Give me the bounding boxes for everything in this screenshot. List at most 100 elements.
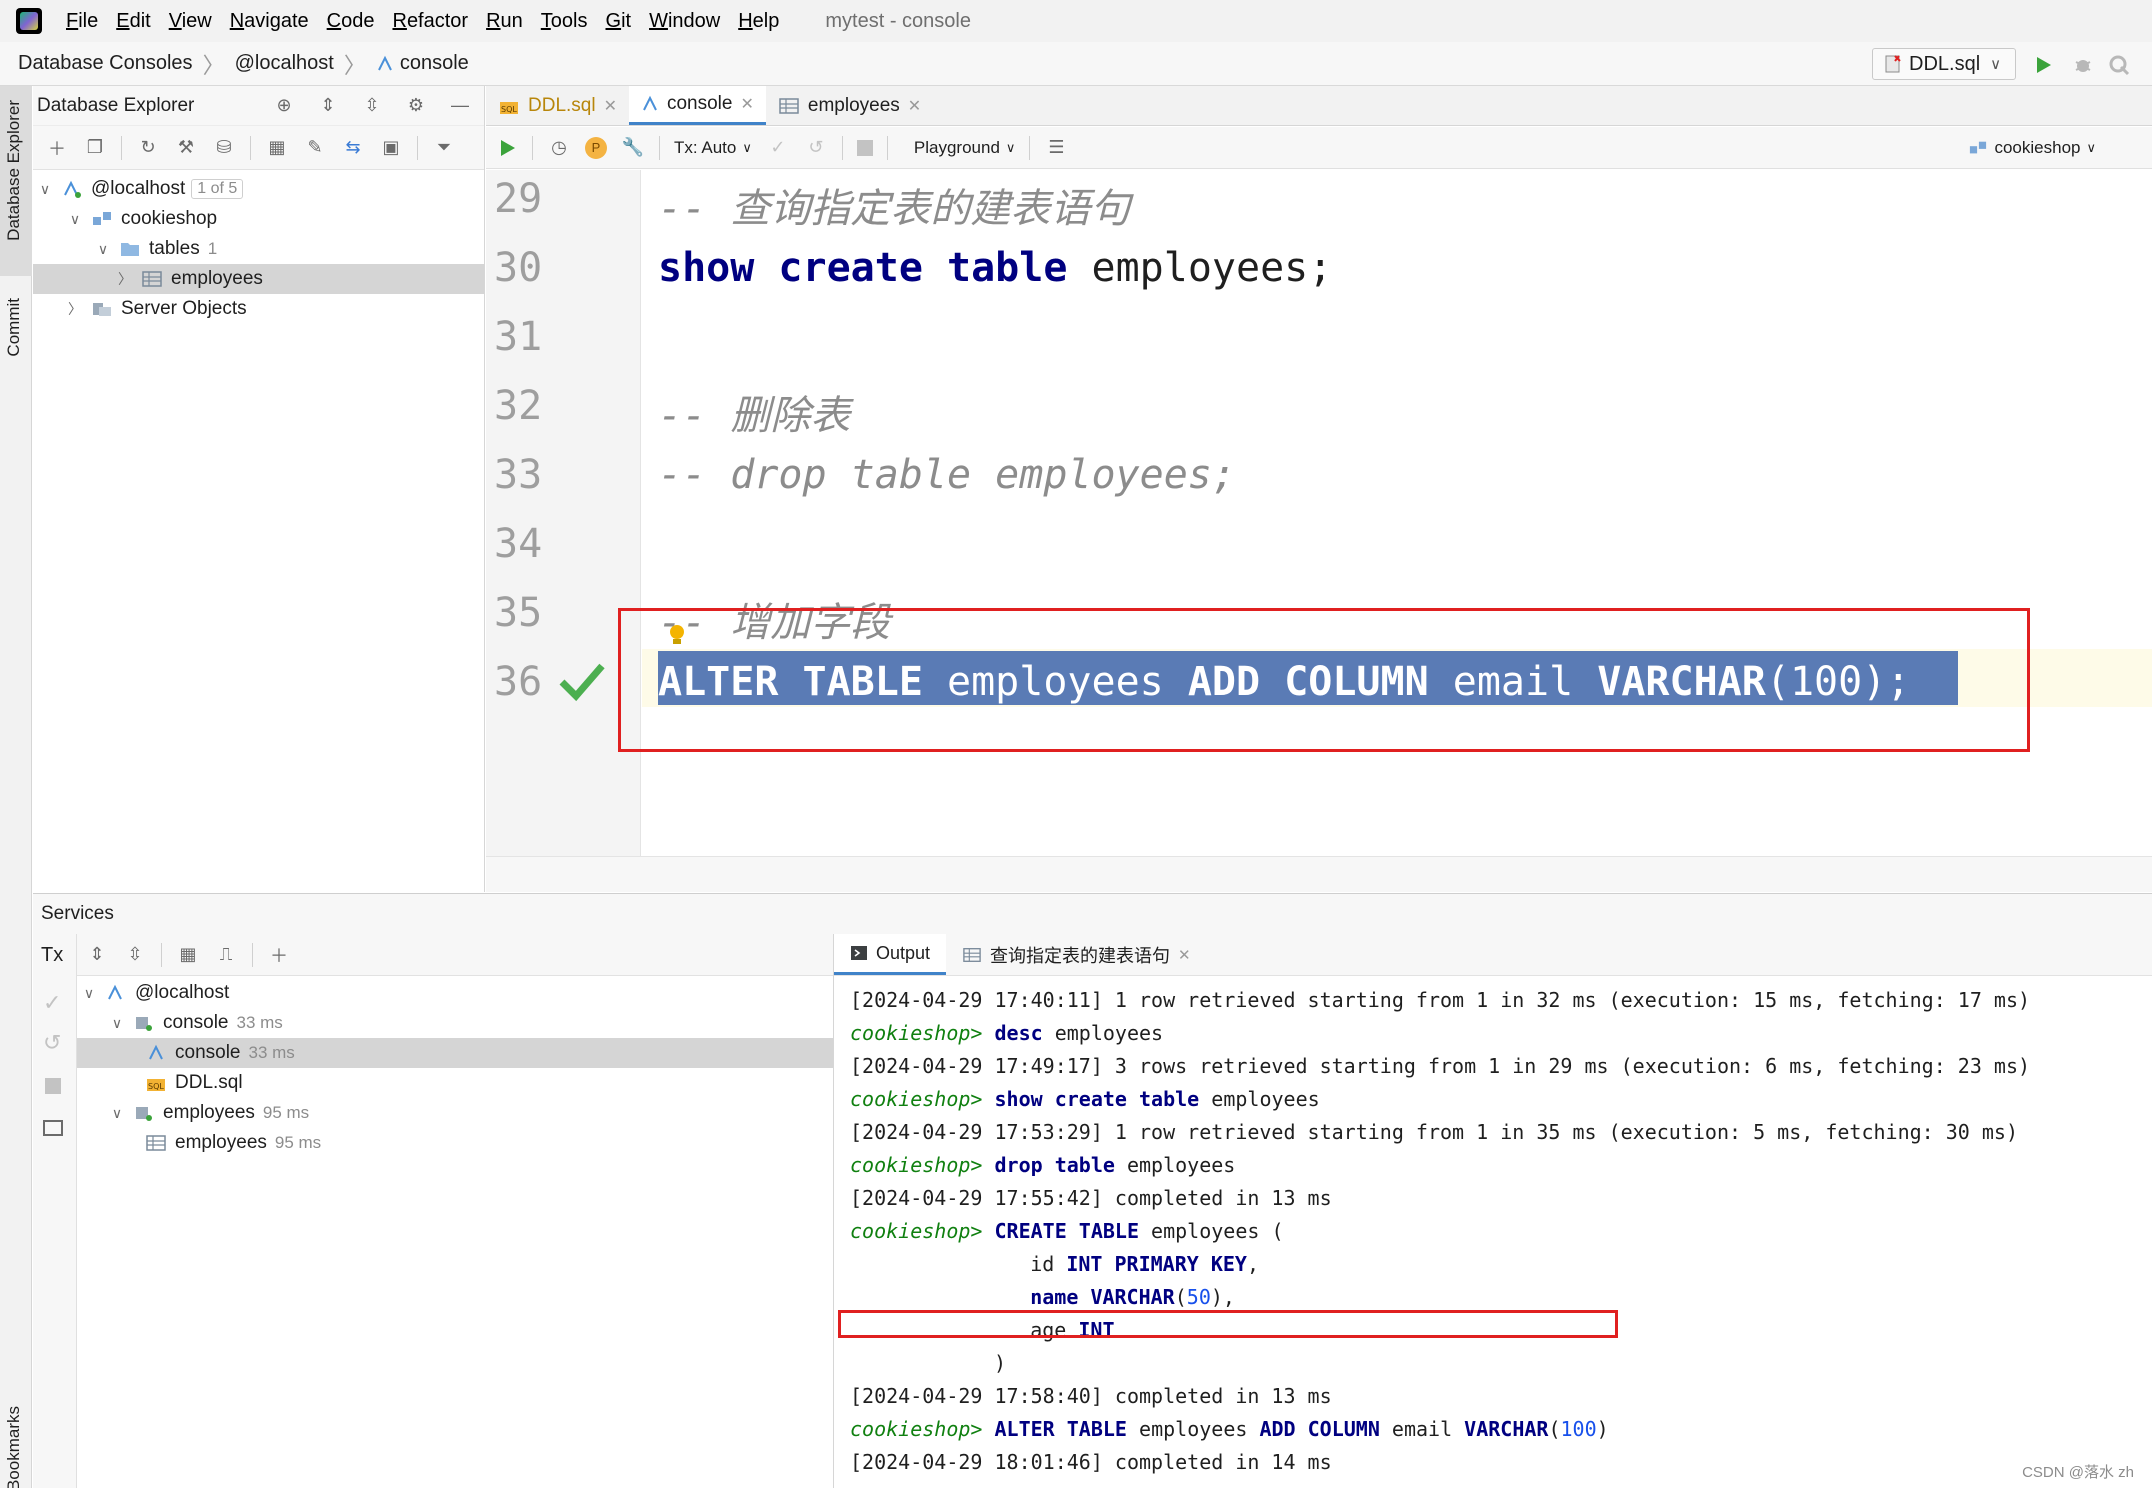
expand-all-icon[interactable]: ⇕ xyxy=(316,94,340,118)
collapse-all-icon[interactable]: ⇳ xyxy=(123,943,147,967)
tool-tab-bookmarks[interactable]: Bookmarks xyxy=(4,1406,24,1488)
tx-button[interactable]: Tx xyxy=(41,944,63,967)
playground-select[interactable]: Playground ∨ xyxy=(914,138,1016,158)
service-item-localhost[interactable]: ∨ @localhost xyxy=(77,978,833,1008)
edit-icon[interactable]: ✎ xyxy=(303,136,327,160)
editor-tabs: SQL DDL.sql ✕ console ✕ employees ✕ xyxy=(486,86,2152,126)
tab-ddl-sql[interactable]: SQL DDL.sql ✕ xyxy=(486,86,629,125)
menu-navigate[interactable]: Navigate xyxy=(230,10,309,33)
console-icon xyxy=(377,55,392,70)
stop-icon[interactable] xyxy=(856,139,873,156)
service-item-console[interactable]: console 33 ms xyxy=(77,1038,833,1068)
chevron-down-icon[interactable]: ∨ xyxy=(37,181,53,198)
close-icon[interactable]: ✕ xyxy=(740,94,753,114)
chevron-right-icon[interactable]: 〉 xyxy=(67,299,83,319)
database-icon[interactable]: ⛁ xyxy=(212,136,236,160)
close-icon[interactable]: ✕ xyxy=(604,96,617,116)
menu-code[interactable]: Code xyxy=(327,10,375,33)
service-item-console-session[interactable]: ∨ console 33 ms xyxy=(77,1008,833,1038)
tree-item-localhost[interactable]: ∨ @localhost 1 of 5 xyxy=(33,174,484,204)
sql-editor[interactable]: 29 30 31 32 33 34 35 36 -- 查询指定表的建表语句 sh… xyxy=(486,170,2152,856)
commit-icon[interactable]: ✓ xyxy=(43,990,61,1016)
tree-item-tables[interactable]: ∨ tables 1 xyxy=(33,234,484,264)
menu-window[interactable]: Window xyxy=(649,10,720,33)
chevron-down-icon[interactable]: ∨ xyxy=(109,1105,125,1122)
wrench-icon[interactable]: 🔧 xyxy=(621,136,645,160)
tree-item-employees[interactable]: 〉 employees xyxy=(33,264,484,294)
menu-edit[interactable]: Edit xyxy=(116,10,150,33)
data-source-properties-icon[interactable]: ⚒ xyxy=(174,136,198,160)
output-log[interactable]: [2024-04-29 17:40:11] 1 row retrieved st… xyxy=(834,976,2152,1488)
profile-icon[interactable] xyxy=(2108,54,2130,76)
copy-icon[interactable]: ❐ xyxy=(83,136,107,160)
breadcrumb-database-consoles[interactable]: Database Consoles xyxy=(18,52,193,75)
add-icon[interactable]: ＋ xyxy=(267,943,291,967)
chevron-down-icon[interactable]: ∨ xyxy=(67,211,83,228)
parameters-badge[interactable]: P xyxy=(585,136,607,159)
line-number: 29 xyxy=(494,176,543,222)
database-explorer-title: Database Explorer xyxy=(37,94,195,116)
tool-tab-database-explorer[interactable]: Database Explorer xyxy=(4,100,24,241)
output-layout-icon[interactable]: ☰ xyxy=(1044,136,1068,160)
menu-git[interactable]: Git xyxy=(606,10,632,33)
service-item-ddl-sql[interactable]: SQL DDL.sql xyxy=(77,1068,833,1098)
menu-refactor[interactable]: Refactor xyxy=(392,10,468,33)
tool-tab-commit[interactable]: Commit xyxy=(4,298,24,357)
execute-icon[interactable] xyxy=(496,137,518,159)
tab-label: console xyxy=(666,93,733,114)
tab-output[interactable]: Output xyxy=(834,934,947,975)
expand-all-icon[interactable]: ⇕ xyxy=(85,943,109,967)
close-icon[interactable]: ✕ xyxy=(908,96,921,116)
chevron-down-icon[interactable]: ∨ xyxy=(95,241,111,258)
close-icon[interactable]: ✕ xyxy=(1178,946,1191,964)
history-icon[interactable]: ◷ xyxy=(547,136,571,160)
group-by-icon[interactable]: ▦ xyxy=(176,943,200,967)
query-console-icon[interactable]: ▣ xyxy=(379,136,403,160)
rollback-icon[interactable]: ↺ xyxy=(43,1030,61,1056)
add-icon[interactable]: ＋ xyxy=(45,136,69,160)
filter-icon[interactable]: ⎍ xyxy=(214,943,238,967)
menu-view[interactable]: View xyxy=(169,10,212,33)
layout-icon[interactable] xyxy=(43,1120,63,1136)
debug-icon[interactable] xyxy=(2072,54,2094,76)
breadcrumb-localhost[interactable]: @localhost xyxy=(235,52,334,75)
transaction-mode-select[interactable]: Tx: Auto ∨ xyxy=(674,138,752,158)
rollback-icon[interactable]: ↺ xyxy=(804,136,828,160)
line-number: 33 xyxy=(494,452,543,498)
chevron-down-icon[interactable]: ∨ xyxy=(81,985,97,1002)
minimize-icon[interactable]: — xyxy=(448,94,472,118)
menu-file[interactable]: File xyxy=(66,10,98,33)
stop-icon[interactable] xyxy=(45,1078,61,1094)
collapse-all-icon[interactable]: ⇳ xyxy=(360,94,384,118)
menu-run[interactable]: Run xyxy=(486,10,523,33)
log-line: cookieshop> ALTER TABLE employees ADD CO… xyxy=(850,1417,1609,1441)
locate-icon[interactable]: ⊕ xyxy=(272,94,296,118)
tree-item-cookieshop[interactable]: ∨ cookieshop xyxy=(33,204,484,234)
tree-item-server-objects[interactable]: 〉 Server Objects xyxy=(33,294,484,324)
menu-tools[interactable]: Tools xyxy=(541,10,588,33)
jump-to-icon[interactable]: ⇆ xyxy=(341,136,365,160)
service-item-employees-session[interactable]: ∨ employees 95 ms xyxy=(77,1098,833,1128)
chevron-right-icon[interactable]: 〉 xyxy=(117,269,133,289)
filter-icon[interactable]: ⏷ xyxy=(432,136,456,160)
tab-console[interactable]: console ✕ xyxy=(628,86,766,125)
schema-select[interactable]: cookieshop ∨ xyxy=(1968,138,2096,158)
line-number: 30 xyxy=(494,245,543,291)
editor-gutter: 29 30 31 32 33 34 35 36 xyxy=(486,170,641,856)
table-view-icon[interactable]: ▦ xyxy=(265,136,289,160)
menu-help[interactable]: Help xyxy=(738,10,779,33)
run-configuration-select[interactable]: DDL.sql ∨ xyxy=(1872,48,2016,80)
schema-count-badge[interactable]: 1 of 5 xyxy=(191,179,244,199)
line-number: 32 xyxy=(494,383,543,429)
refresh-icon[interactable]: ↻ xyxy=(136,136,160,160)
tab-result-show-create-table[interactable]: 查询指定表的建表语句 ✕ xyxy=(946,934,1207,975)
commit-icon[interactable]: ✓ xyxy=(766,136,790,160)
service-item-employees[interactable]: employees 95 ms xyxy=(77,1128,833,1158)
gear-icon[interactable]: ⚙ xyxy=(404,94,428,118)
run-icon[interactable] xyxy=(2032,54,2054,76)
tab-employees[interactable]: employees ✕ xyxy=(766,86,933,125)
editor-horizontal-scrollbar[interactable] xyxy=(486,856,2152,892)
breadcrumb-console[interactable]: console xyxy=(400,52,469,75)
chevron-down-icon[interactable]: ∨ xyxy=(109,1015,125,1032)
output-tabs: Output 查询指定表的建表语句 ✕ xyxy=(834,934,2152,976)
